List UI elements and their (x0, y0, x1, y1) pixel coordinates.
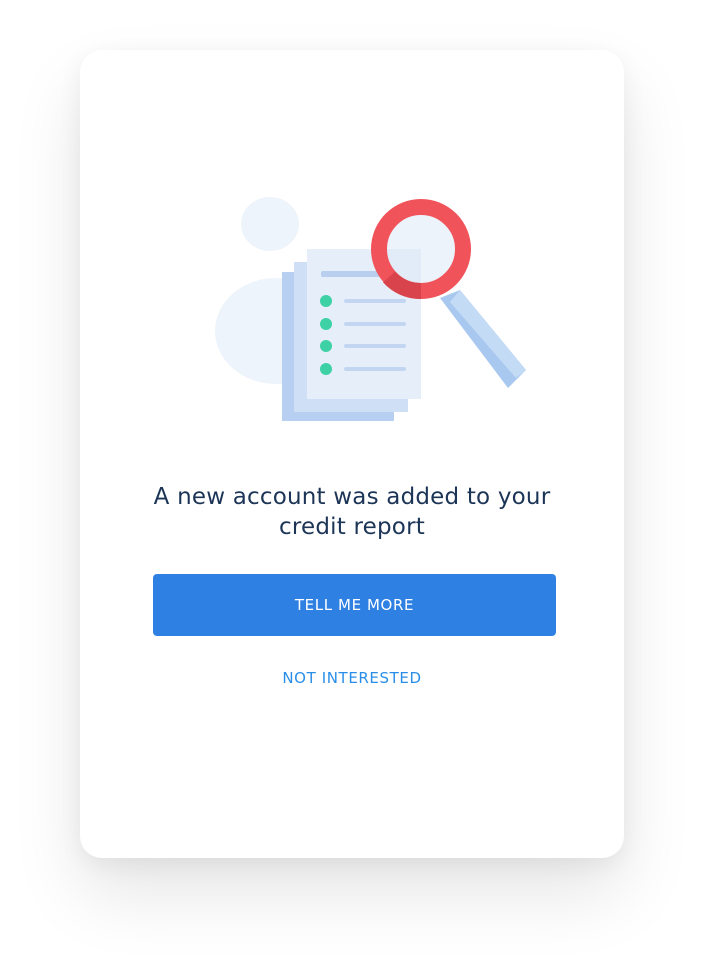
background-blob-small (241, 197, 299, 251)
checklist-dot (320, 295, 332, 307)
checklist-dot (320, 363, 332, 375)
notification-card: A new account was added to your credit r… (80, 50, 624, 858)
headline: A new account was added to your credit r… (153, 484, 551, 540)
document-magnifier-illustration (215, 197, 526, 421)
checklist-dot (320, 340, 332, 352)
checklist-dot (320, 318, 332, 330)
not-interested-button[interactable]: NOT INTERESTED (202, 662, 502, 694)
tell-me-more-button[interactable]: TELL ME MORE (153, 574, 556, 636)
